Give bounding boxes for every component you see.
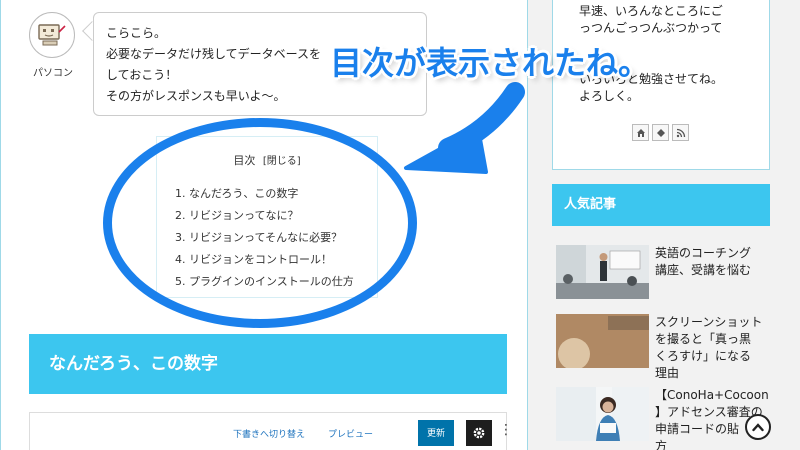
popular-post-item[interactable]: 【ConoHa+Cocoon 】アドセンス審査の 申請コードの貼 方: [556, 387, 770, 450]
post-title-line: を撮ると「真っ黒: [655, 332, 752, 346]
social-links: [632, 124, 689, 141]
speaker-avatar-block: パソコン: [29, 12, 77, 79]
toc-item[interactable]: 5. プラグインのインストールの仕方: [175, 271, 354, 293]
feedly-icon[interactable]: [652, 124, 669, 141]
profile-line: 早速、いろんなところにご: [579, 4, 723, 18]
more-options-icon[interactable]: ⋮: [499, 423, 513, 437]
post-title-line: 方: [655, 439, 668, 450]
toc-title-row: 目次 [閉じる]: [157, 152, 377, 168]
toc-item[interactable]: 2. リビジョンってなに？: [175, 205, 354, 227]
toc-item[interactable]: 4. リビジョンをコントロール！: [175, 249, 354, 271]
post-thumbnail[interactable]: [556, 387, 649, 441]
profile-widget: 早速、いろんなところにご っつんごっつんぶつかって いろいろと勉強させてね。 よ…: [552, 0, 770, 170]
toc-list: 1. なんだろう、この数字 2. リビジョンってなに？ 3. リビジョンってそん…: [175, 183, 354, 293]
chevron-up-icon: [752, 423, 764, 432]
toc-toggle[interactable]: [閉じる]: [263, 156, 301, 167]
toc-item[interactable]: 1. なんだろう、この数字: [175, 183, 354, 205]
rss-icon[interactable]: [672, 124, 689, 141]
post-thumbnail[interactable]: [556, 245, 649, 299]
pc-avatar-icon: [29, 12, 75, 58]
post-title-line: くろすけ」になる: [655, 349, 752, 363]
post-title[interactable]: スクリーンショット を撮ると「真っ黒 くろすけ」になる 理由: [655, 314, 771, 382]
post-title-line: スクリーンショット: [655, 315, 763, 329]
popular-post-item[interactable]: スクリーンショット を撮ると「真っ黒 くろすけ」になる 理由: [556, 314, 770, 380]
post-title-line: 講座、受講を悩む: [655, 263, 752, 277]
post-title-line: 理由: [655, 366, 680, 380]
popular-post-item[interactable]: 英語のコーチング 講座、受講を悩む: [556, 245, 770, 301]
annotation-caption: 目次が表示されたね。: [330, 44, 651, 82]
scroll-to-top-button[interactable]: [745, 414, 771, 440]
preview-link[interactable]: プレビュー: [328, 427, 373, 440]
settings-gear-icon[interactable]: [466, 420, 492, 446]
avatar-name: パソコン: [33, 68, 73, 79]
toc-title: 目次: [233, 154, 256, 167]
update-button[interactable]: 更新: [418, 420, 454, 446]
profile-line: よろしく。: [579, 89, 640, 103]
home-icon[interactable]: [632, 124, 649, 141]
post-title-line: 【ConoHa+Cocoon: [655, 388, 769, 402]
profile-line: っつんごっつんぶつかって: [579, 21, 723, 35]
post-title[interactable]: 英語のコーチング 講座、受講を悩む: [655, 245, 771, 279]
switch-to-draft-link[interactable]: 下書きへ切り替え: [233, 427, 305, 440]
popular-posts-heading: 人気記事: [552, 184, 770, 226]
post-thumbnail[interactable]: [556, 314, 649, 370]
editor-toolbar: 下書きへ切り替え プレビュー 更新 ⋮: [29, 412, 513, 450]
balloon-line: その方がレスポンスも早いよ〜。: [106, 89, 286, 103]
section-heading: なんだろう、この数字: [29, 334, 507, 394]
toc-item[interactable]: 3. リビジョンってそんなに必要？: [175, 227, 354, 249]
table-of-contents: 目次 [閉じる] 1. なんだろう、この数字 2. リビジョンってなに？ 3. …: [156, 136, 378, 298]
post-title-line: 英語のコーチング: [655, 246, 752, 260]
